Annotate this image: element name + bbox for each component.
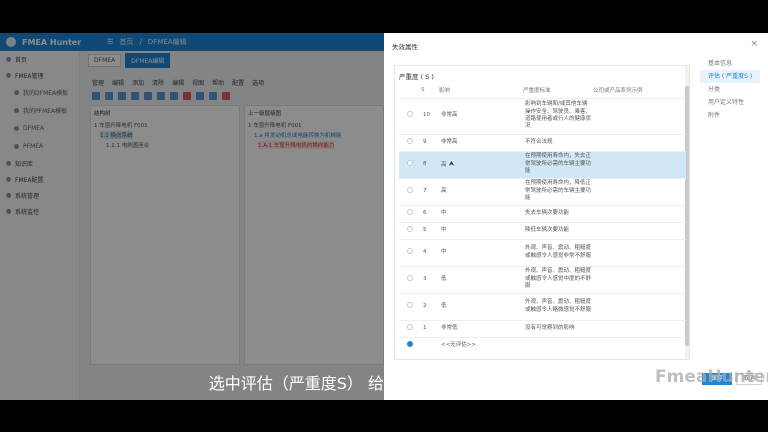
table-row[interactable]: 2 低 外观、声音、震动、粗糙度或触感令人略微感觉不舒服: [399, 292, 686, 320]
failure-attribute-dialog: 失效属性 × 严重度 ( S ) S 影响 严重度标准 公司或产品系列示例 10…: [384, 33, 768, 400]
column-header-radio: [399, 82, 421, 98]
row-score: 5: [421, 221, 439, 239]
row-score: 2: [421, 292, 439, 320]
row-criteria: 外观、声音、震动、粗糙度或触感令人感觉中度的不舒服: [523, 265, 593, 293]
close-icon[interactable]: ×: [750, 39, 758, 49]
row-score: 7: [421, 177, 439, 205]
table-row-selected[interactable]: 8 高 ⮝ 在预期使用寿命内，失去正常驾驶所必需的车辆主要功能: [399, 150, 686, 178]
row-impact: 高: [441, 161, 447, 168]
row-score: 3: [421, 265, 439, 293]
row-score: [421, 336, 439, 353]
row-example: [593, 97, 686, 134]
row-no-eval-label: <<无评估>>: [439, 336, 523, 353]
row-criteria: 外观、声音、震动、粗糙度或触感令人感觉非常不舒服: [523, 238, 593, 266]
table-row[interactable]: 5 中 降低车辆次要功能: [399, 221, 686, 239]
row-criteria: 在预期使用寿命内，失去正常驾驶所必需的车辆主要功能: [523, 150, 593, 178]
table-row[interactable]: 9 非常高 不符合法规: [399, 133, 686, 151]
radio-button[interactable]: [407, 111, 413, 118]
row-example: [593, 204, 686, 222]
radio-button[interactable]: [407, 274, 413, 281]
table-row[interactable]: 7 高 在预期使用寿命内，降低正常驾驶所必需的车辆主要功能: [399, 177, 686, 205]
row-example: [593, 221, 686, 239]
row-example: [593, 238, 686, 266]
nav-user-defined[interactable]: 用户定义特性: [700, 96, 760, 109]
table-row[interactable]: 4 中 外观、声音、震动、粗糙度或触感令人感觉非常不舒服: [399, 238, 686, 266]
row-score: 8: [421, 150, 439, 178]
table-row-no-eval[interactable]: <<无评估>>: [399, 336, 686, 353]
video-caption: 选中评估（严重度S） 给严重度设置为8 然后保存: [208, 374, 560, 393]
row-example: [593, 133, 686, 151]
dialog-title: 失效属性: [392, 43, 418, 51]
row-score: 10: [421, 97, 439, 134]
column-header-impact: 影响: [439, 87, 451, 94]
row-impact: 非常高: [439, 97, 523, 134]
table-row[interactable]: 10 非常高 影响到车辆和/或其他车辆操作安全、驾驶员、乘客、道路使用者或行人的…: [399, 97, 686, 134]
row-example: [593, 292, 686, 320]
row-criteria: 在预期使用寿命内，降低正常驾驶所必需的车辆主要功能: [523, 177, 593, 205]
table-row[interactable]: 1 非常低 没有可觉察到的影响: [399, 319, 686, 337]
radio-button[interactable]: [407, 323, 413, 330]
severity-section: 严重度 ( S ) S 影响 严重度标准 公司或产品系列示例 10 非常高 影响…: [394, 65, 690, 360]
row-example: [593, 319, 686, 337]
row-score: 1: [421, 319, 439, 337]
radio-button[interactable]: [407, 301, 413, 308]
radio-button[interactable]: [407, 208, 413, 215]
radio-button[interactable]: [407, 186, 413, 193]
row-example: [593, 336, 686, 353]
row-criteria: [523, 336, 593, 353]
row-criteria: 不符合法规: [523, 133, 593, 151]
modal-backdrop: [0, 33, 384, 400]
severity-table: S 影响 严重度标准 公司或产品系列示例 10 非常高 影响到车辆和/或其他车辆…: [399, 82, 686, 353]
row-criteria: 失去车辆次要功能: [523, 204, 593, 222]
row-score: 9: [421, 133, 439, 151]
row-criteria: 影响到车辆和/或其他车辆操作安全、驾驶员、乘客、道路使用者或行人的健康状况: [523, 97, 593, 134]
radio-button-checked[interactable]: [407, 340, 413, 347]
table-row[interactable]: 3 低 外观、声音、震动、粗糙度或触感令人感觉中度的不舒服: [399, 265, 686, 293]
nav-evaluation-severity[interactable]: 评估 ( 严重度S ): [700, 70, 760, 83]
row-score: 6: [421, 204, 439, 222]
mouse-cursor-icon: ⮝: [448, 159, 455, 168]
row-impact: 低: [439, 292, 523, 320]
app-frame: FMEA Hunter ☰ 首页 / DFMEA编辑 首页 FMEA管理 我的D…: [0, 33, 768, 400]
radio-button[interactable]: [407, 159, 413, 166]
column-header-criteria: 严重度标准: [523, 87, 551, 94]
radio-button[interactable]: [407, 225, 413, 232]
row-impact: 低: [439, 265, 523, 293]
nav-classification[interactable]: 分类: [700, 83, 760, 96]
row-impact: 中: [439, 238, 523, 266]
nav-attachment[interactable]: 附件: [700, 109, 760, 122]
radio-button[interactable]: [407, 137, 413, 144]
row-example: [593, 265, 686, 293]
row-score: 4: [421, 238, 439, 266]
nav-basic-info[interactable]: 基本信息: [700, 57, 760, 70]
row-criteria: 降低车辆次要功能: [523, 221, 593, 239]
row-impact: 高: [439, 177, 523, 205]
row-impact: 非常高: [439, 133, 523, 151]
row-impact: 中: [439, 221, 523, 239]
dialog-side-nav: 基本信息 评估 ( 严重度S ) 分类 用户定义特性 附件: [700, 57, 760, 122]
row-example: [593, 150, 686, 178]
row-criteria: 外观、声音、震动、粗糙度或触感令人略微感觉不舒服: [523, 292, 593, 320]
row-impact: 非常低: [439, 319, 523, 337]
section-title: 严重度 ( S ): [399, 73, 434, 81]
radio-button[interactable]: [407, 247, 413, 254]
column-header-score: S: [421, 86, 425, 93]
row-example: [593, 177, 686, 205]
table-row[interactable]: 6 中 失去车辆次要功能: [399, 204, 686, 222]
row-criteria: 没有可觉察到的影响: [523, 319, 593, 337]
row-impact: 中: [439, 204, 523, 222]
column-header-example: 公司或产品系列示例: [593, 87, 643, 94]
